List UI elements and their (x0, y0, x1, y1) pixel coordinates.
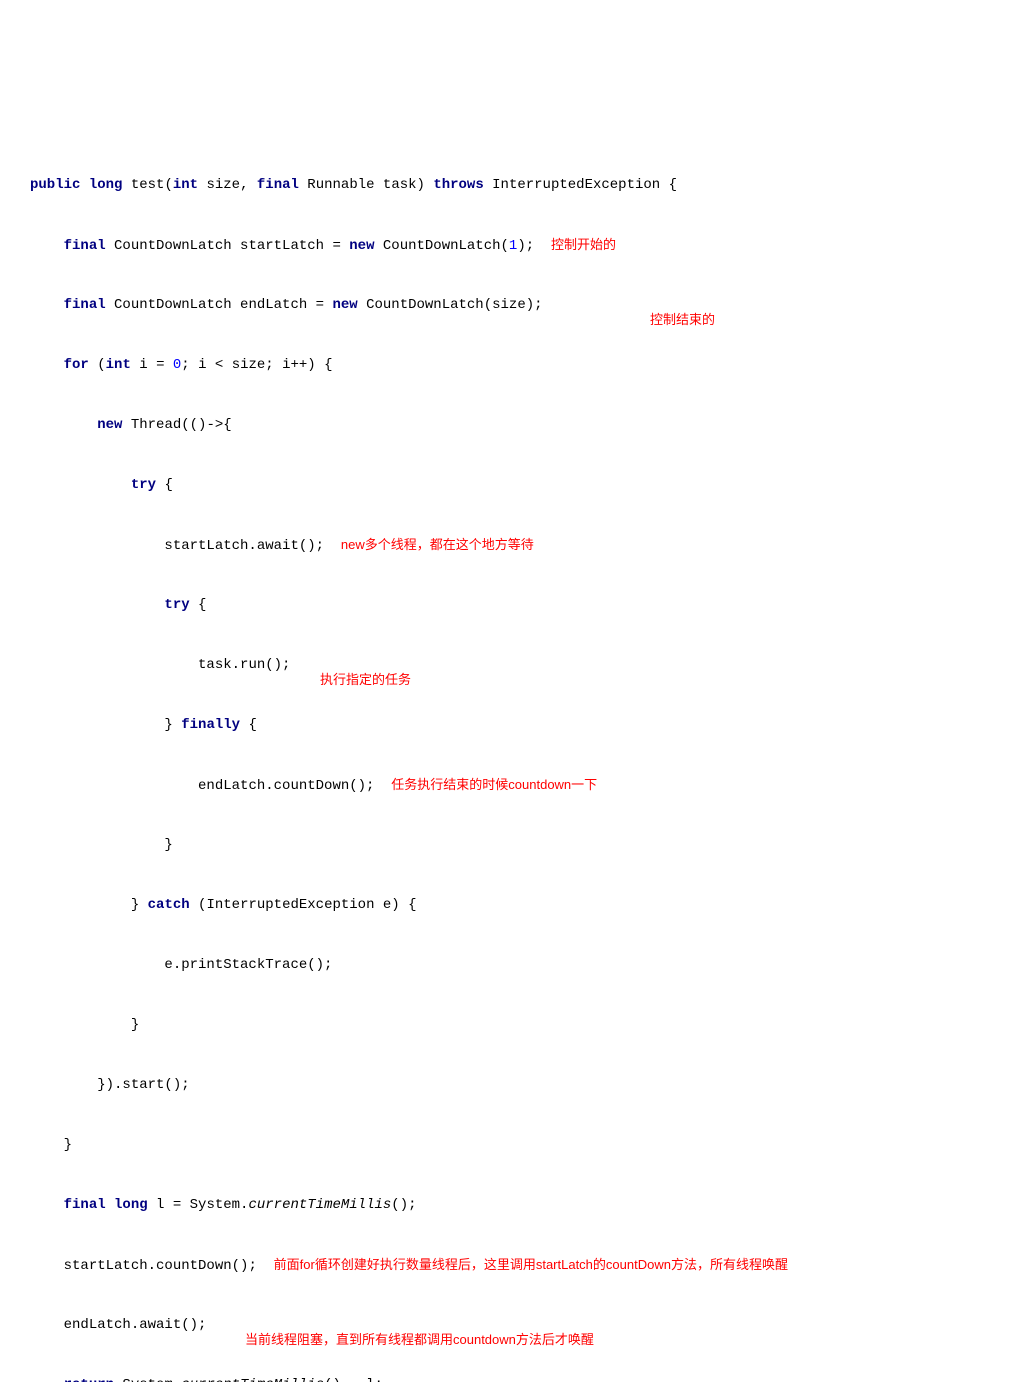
code-line: } (30, 1010, 985, 1040)
keyword-final: final (64, 297, 106, 313)
code-text: } (164, 717, 181, 733)
code-line: startLatch.countDown(); 前面for循环创建好执行数量线程… (30, 1250, 985, 1280)
code-text: Runnable task) (299, 177, 433, 193)
code-text: { (156, 477, 173, 493)
keyword-int: int (173, 177, 198, 193)
code-line: } catch (InterruptedException e) { (30, 890, 985, 920)
code-block: public long test(int size, final Runnabl… (30, 140, 985, 1382)
code-line: endLatch.await(); 当前线程阻塞，直到所有线程都调用countd… (30, 1310, 985, 1340)
method-call: currentTimeMillis (248, 1197, 391, 1213)
annotation: 控制开始的 (551, 237, 616, 252)
code-line: startLatch.await(); new多个线程，都在这个地方等待 (30, 530, 985, 560)
code-line: } (30, 830, 985, 860)
code-text: }).start(); (97, 1077, 189, 1093)
code-text: } (131, 897, 148, 913)
annotation: new多个线程，都在这个地方等待 (341, 537, 534, 552)
keyword-final: final (64, 1197, 106, 1213)
annotation: 前面for循环创建好执行数量线程后，这里调用startLatch的countDo… (274, 1257, 788, 1272)
keyword-long: long (89, 177, 123, 193)
code-line: } (30, 1130, 985, 1160)
code-text: } (164, 837, 172, 853)
code-line: final CountDownLatch startLatch = new Co… (30, 230, 985, 260)
code-text: } (64, 1137, 72, 1153)
code-line: for (int i = 0; i < size; i++) { (30, 350, 985, 380)
annotation: 控制结束的 (650, 305, 715, 335)
code-text: () - l; (324, 1377, 383, 1382)
keyword-int: int (106, 357, 131, 373)
keyword-finally: finally (181, 717, 240, 733)
code-text: (); (391, 1197, 416, 1213)
code-text: ; i < size; i++) { (181, 357, 332, 373)
code-text: (InterruptedException e) { (190, 897, 417, 913)
code-line: return System.currentTimeMillis() - l;所有… (30, 1370, 985, 1382)
code-text: System. (114, 1377, 181, 1382)
code-text: { (190, 597, 207, 613)
keyword-try: try (164, 597, 189, 613)
keyword-new: new (349, 238, 374, 254)
code-text: Thread(()->{ (122, 417, 231, 433)
keyword-new: new (332, 297, 357, 313)
keyword-throws: throws (433, 177, 483, 193)
annotation: 当前线程阻塞，直到所有线程都调用countdown方法后才唤醒 (245, 1325, 594, 1355)
code-text: CountDownLatch( (374, 238, 508, 254)
code-text: CountDownLatch endLatch = (106, 297, 333, 313)
keyword-final: final (64, 238, 106, 254)
code-line: public long test(int size, final Runnabl… (30, 170, 985, 200)
code-text: startLatch.await(); (164, 538, 324, 554)
code-text: e.printStackTrace(); (164, 957, 332, 973)
keyword-final: final (257, 177, 299, 193)
code-text: endLatch.countDown(); (198, 778, 374, 794)
code-text: size, (198, 177, 257, 193)
keyword-catch: catch (148, 897, 190, 913)
code-text: endLatch.await(); (64, 1317, 207, 1333)
code-text: ( (89, 357, 106, 373)
code-text: i = (131, 357, 173, 373)
code-text: InterruptedException { (484, 177, 677, 193)
method-call: currentTimeMillis (181, 1377, 324, 1382)
keyword-try: try (131, 477, 156, 493)
code-line: } finally { (30, 710, 985, 740)
code-text: startLatch.countDown(); (64, 1258, 257, 1274)
code-line: endLatch.countDown(); 任务执行结束的时候countdown… (30, 770, 985, 800)
code-line: new Thread(()->{ (30, 410, 985, 440)
code-line: final CountDownLatch endLatch = new Coun… (30, 290, 985, 320)
code-line: try { (30, 590, 985, 620)
code-text: test( (122, 177, 172, 193)
code-text: l = System. (148, 1197, 249, 1213)
code-text: { (240, 717, 257, 733)
code-line: e.printStackTrace(); (30, 950, 985, 980)
code-line: }).start(); (30, 1070, 985, 1100)
code-line: try { (30, 470, 985, 500)
code-text: ); (517, 238, 534, 254)
keyword-for: for (64, 357, 89, 373)
code-text: task.run(); (198, 657, 290, 673)
code-line: final long l = System.currentTimeMillis(… (30, 1190, 985, 1220)
code-text: } (131, 1017, 139, 1033)
keyword-public: public (30, 177, 80, 193)
keyword-long: long (114, 1197, 148, 1213)
code-line: task.run();执行指定的任务 (30, 650, 985, 680)
code-text: CountDownLatch startLatch = (106, 238, 350, 254)
code-text: CountDownLatch(size); (358, 297, 543, 313)
keyword-new: new (97, 417, 122, 433)
keyword-return: return (64, 1377, 114, 1382)
annotation: 任务执行结束的时候countdown一下 (391, 777, 597, 792)
